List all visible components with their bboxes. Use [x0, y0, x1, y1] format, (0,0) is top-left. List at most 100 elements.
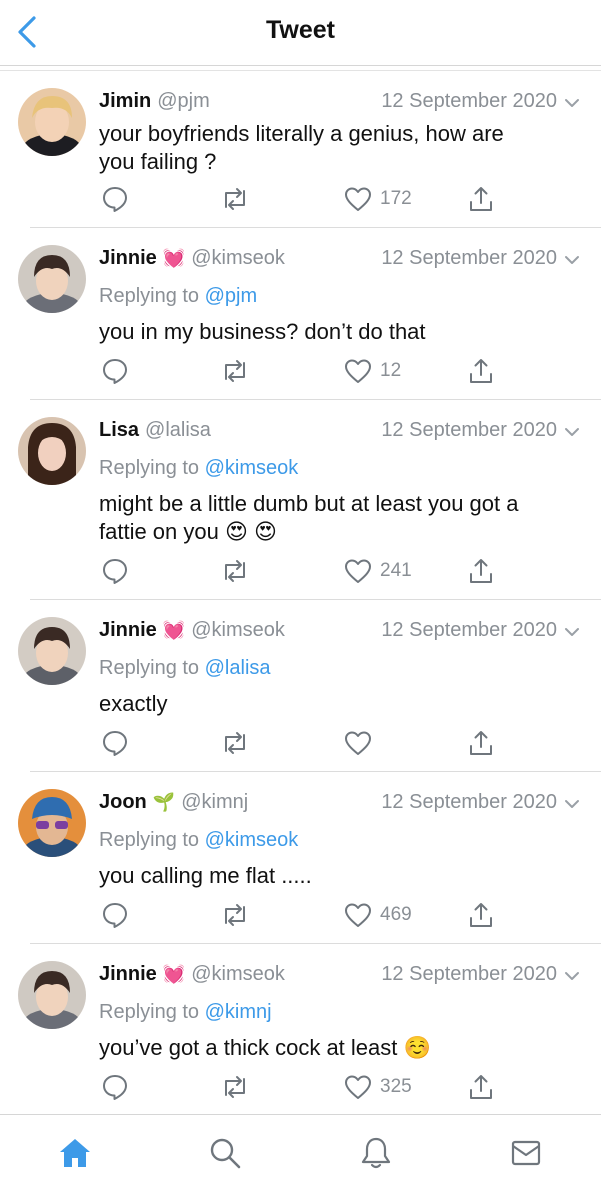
retweet-icon — [225, 904, 245, 926]
replying-label: Replying to — [99, 285, 200, 307]
tweet-text-line: your boyfriends literally a genius, how … — [99, 121, 504, 146]
chevron-down-icon[interactable] — [563, 94, 581, 112]
share-button[interactable] — [468, 1072, 494, 1102]
avatar[interactable] — [18, 88, 86, 156]
tab-notifications[interactable] — [358, 1135, 394, 1171]
mention-link[interactable]: @kimnj — [205, 1001, 272, 1023]
chevron-down-icon[interactable] — [563, 795, 581, 813]
mention-link[interactable]: @kimseok — [205, 457, 299, 479]
like-count: 172 — [380, 188, 412, 209]
heart-emoji-icon: 💓 — [162, 248, 186, 268]
retweet-button[interactable] — [220, 1072, 250, 1102]
author-name[interactable]: Jinnie — [99, 963, 157, 985]
tweet-date: 12 September 2020 — [381, 619, 557, 641]
tweet-text-line: you calling me flat ..... — [99, 863, 312, 888]
reply-button[interactable] — [101, 184, 129, 214]
reply-button[interactable] — [101, 556, 129, 586]
retweet-button[interactable] — [220, 184, 250, 214]
tweet-date: 12 September 2020 — [381, 90, 557, 112]
heart-icon — [345, 1075, 371, 1099]
tab-home[interactable] — [57, 1135, 93, 1171]
author-handle[interactable]: @pjm — [157, 90, 210, 112]
author-handle[interactable]: @kimnj — [181, 791, 248, 813]
tweet-text-line: fattie on you 😍 😍 — [99, 519, 277, 544]
retweet-button[interactable] — [220, 356, 250, 386]
share-icon — [470, 559, 492, 583]
like-button[interactable]: 325 — [344, 1072, 412, 1102]
reply-button[interactable] — [101, 356, 129, 386]
tweet-item[interactable]: Jimin @pjm 12 September 2020 your boyfrie… — [0, 70, 601, 242]
tab-search[interactable] — [207, 1135, 243, 1171]
replying-to: Replying to @kimnj — [99, 1001, 272, 1024]
reply-button[interactable] — [101, 1072, 129, 1102]
retweet-button[interactable] — [220, 556, 250, 586]
like-button[interactable] — [344, 728, 380, 758]
tweet-date: 12 September 2020 — [381, 247, 557, 269]
avatar[interactable] — [18, 617, 86, 685]
retweet-button[interactable] — [220, 900, 250, 930]
retweet-icon — [225, 360, 245, 382]
author-name[interactable]: Lisa — [99, 419, 139, 441]
share-button[interactable] — [468, 900, 494, 930]
author-name[interactable]: Jinnie — [99, 619, 157, 641]
mention-link[interactable]: @lalisa — [205, 657, 271, 679]
retweet-button[interactable] — [220, 728, 250, 758]
avatar[interactable] — [18, 245, 86, 313]
tweet-text-line: you failing ? — [99, 149, 217, 174]
tweet-date: 12 September 2020 — [381, 419, 557, 441]
author-handle[interactable]: @kimseok — [191, 619, 285, 641]
author-name[interactable]: Joon — [99, 791, 147, 813]
tweet-item[interactable]: Jinnie 💓 @kimseok 12 September 2020 Replyi… — [0, 943, 601, 1115]
like-button[interactable]: 12 — [344, 356, 401, 386]
tweet-text-line: exactly — [99, 691, 168, 716]
page-title: Tweet — [266, 16, 335, 44]
share-icon — [470, 1075, 492, 1099]
replying-label: Replying to — [99, 829, 200, 851]
avatar[interactable] — [18, 417, 86, 485]
share-button[interactable] — [468, 356, 494, 386]
chevron-down-icon[interactable] — [563, 251, 581, 269]
seedling-emoji-icon: 🌱 — [152, 792, 176, 812]
avatar[interactable] — [18, 961, 86, 1029]
author-handle[interactable]: @kimseok — [191, 247, 285, 269]
reply-button[interactable] — [101, 900, 129, 930]
share-button[interactable] — [468, 556, 494, 586]
tab-messages[interactable] — [508, 1135, 544, 1171]
reply-bubble-icon — [103, 731, 127, 756]
like-button[interactable]: 241 — [344, 556, 412, 586]
heart-icon — [345, 359, 371, 383]
search-icon — [210, 1138, 241, 1169]
tweet-actions: 241 — [99, 556, 601, 586]
chevron-down-icon[interactable] — [563, 423, 581, 441]
author-handle[interactable]: @kimseok — [191, 963, 285, 985]
tweet-item[interactable]: Jinnie 💓 @kimseok 12 September 2020 Replyi… — [0, 599, 601, 772]
avatar[interactable] — [18, 789, 86, 857]
tweet-actions: 172 — [99, 184, 601, 214]
tweet-text-line: might be a little dumb but at least you … — [99, 491, 519, 516]
bottom-tab-bar — [0, 1114, 601, 1201]
tweet-item[interactable]: Joon 🌱 @kimnj 12 September 2020 Replying t… — [0, 771, 601, 944]
tweet-text-line: you in my business? don’t do that — [99, 319, 426, 344]
tweet-item[interactable]: Lisa @lalisa 12 September 2020 Replying t… — [0, 399, 601, 600]
chevron-down-icon[interactable] — [563, 623, 581, 641]
reply-button[interactable] — [101, 728, 129, 758]
author-name[interactable]: Jinnie — [99, 247, 157, 269]
share-button[interactable] — [468, 184, 494, 214]
share-button[interactable] — [468, 728, 494, 758]
replying-to: Replying to @kimseok — [99, 457, 298, 480]
tweet-actions — [99, 728, 601, 758]
chevron-down-icon[interactable] — [563, 967, 581, 985]
like-button[interactable]: 469 — [344, 900, 412, 930]
replying-label: Replying to — [99, 1001, 200, 1023]
like-button[interactable]: 172 — [344, 184, 412, 214]
author-name[interactable]: Jimin — [99, 90, 151, 112]
author-handle[interactable]: @lalisa — [145, 419, 211, 441]
heart-emoji-icon: 💓 — [162, 964, 186, 984]
tweet-item[interactable]: Jinnie 💓 @kimseok 12 September 2020 Replyi… — [0, 227, 601, 400]
replying-to: Replying to @lalisa — [99, 657, 271, 680]
reply-bubble-icon — [103, 359, 127, 384]
tweet-text: you calling me flat ..... — [99, 862, 581, 890]
heart-emoji-icon: 💓 — [162, 620, 186, 640]
mention-link[interactable]: @kimseok — [205, 829, 299, 851]
mention-link[interactable]: @pjm — [205, 285, 258, 307]
